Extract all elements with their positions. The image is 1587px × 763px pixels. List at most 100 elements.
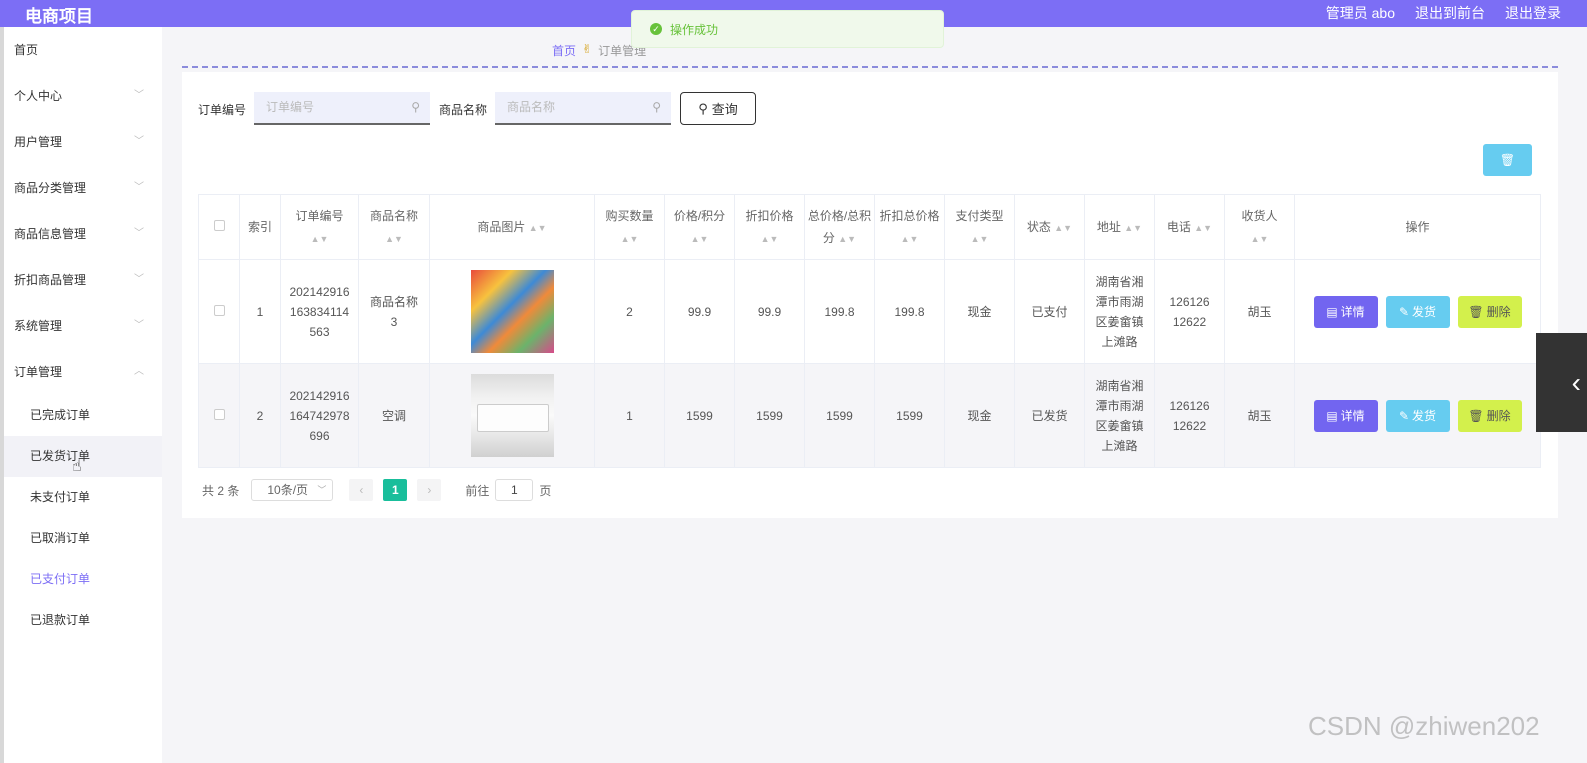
sort-icon[interactable]: ▲▼ — [621, 234, 639, 244]
sidebar-item-label: 订单管理 — [14, 365, 63, 379]
col-price[interactable]: 价格/积分 ▲▼ — [664, 194, 735, 260]
sidebar-subitem-shipped-orders[interactable]: 已发货订单 — [4, 436, 162, 477]
col-total[interactable]: 总价格/总积分 ▲▼ — [804, 194, 875, 260]
cell-pay-type: 现金 — [944, 259, 1015, 364]
col-address[interactable]: 地址 ▲▼ — [1084, 194, 1155, 260]
col-receiver[interactable]: 收货人 ▲▼ — [1224, 194, 1295, 260]
detail-button[interactable]: ▤ 详情 — [1313, 295, 1378, 328]
col-phone[interactable]: 电话 ▲▼ — [1154, 194, 1225, 260]
sort-icon[interactable]: ▲▼ — [1194, 223, 1212, 233]
delete-button[interactable]: 🗑 删除 — [1457, 399, 1522, 432]
sidebar-subitem-unpaid-orders[interactable]: 未支付订单 — [4, 477, 162, 518]
sidebar-item-order-management[interactable]: 订单管理 ︿ — [4, 349, 162, 395]
cell-discount-price: 99.9 — [734, 259, 805, 364]
sidebar-item-user-management[interactable]: 用户管理 ﹀ — [4, 119, 162, 165]
cell-quantity: 1 — [594, 363, 665, 468]
sidebar-item-label: 商品分类管理 — [14, 181, 87, 195]
chevron-up-icon: ︿ — [134, 366, 144, 377]
col-actions: 操作 — [1294, 194, 1541, 260]
col-discount-price[interactable]: 折扣价格 ▲▼ — [734, 194, 805, 260]
sort-icon[interactable]: ▲▼ — [385, 234, 403, 244]
product-name-input[interactable]: 商品名称 ⚲ — [495, 92, 671, 125]
sidebar-item-category-management[interactable]: 商品分类管理 ﹀ — [4, 165, 162, 211]
sidebar-subitem-cancelled-orders[interactable]: 已取消订单 — [4, 518, 162, 559]
cell-product-image — [429, 363, 595, 468]
cell-receiver: 胡玉 — [1224, 363, 1295, 468]
sidebar-item-personal-center[interactable]: 个人中心 ﹀ — [4, 73, 162, 119]
ship-button-label: 发货 — [1412, 304, 1437, 319]
sort-icon[interactable]: ▲▼ — [761, 234, 779, 244]
goto-page-input[interactable]: 1 — [495, 479, 534, 501]
sort-icon[interactable]: ▲▼ — [529, 223, 547, 233]
goto-prefix: 前往 — [465, 483, 490, 498]
select-all-checkbox[interactable] — [213, 220, 225, 231]
sidebar-item-label: 首页 — [14, 43, 39, 57]
sort-icon[interactable]: ▲▼ — [691, 234, 709, 244]
cell-total: 199.8 — [804, 259, 875, 364]
cell-actions: ▤ 详情 ✎ 发货 🗑 删除 — [1294, 363, 1541, 468]
detail-button[interactable]: ▤ 详情 — [1313, 399, 1378, 432]
col-product-image[interactable]: 商品图片 ▲▼ — [429, 194, 595, 260]
sidebar-subitem-completed-orders[interactable]: 已完成订单 — [4, 395, 162, 436]
query-button[interactable]: ⚲ 查询 — [680, 92, 756, 125]
sort-icon[interactable]: ▲▼ — [311, 234, 329, 244]
table-row: 2 202142916164742978696 空调 1 1599 1599 1… — [198, 363, 1541, 468]
cell-product-name: 商品名称3 — [358, 259, 430, 364]
table-header-row: 索引 订单编号 ▲▼ 商品名称 ▲▼ 商品图片 ▲▼ 购买数量 ▲▼ 价格/积分 ▲▼ … — [198, 194, 1541, 260]
breadcrumb-home[interactable]: 首页 — [552, 42, 576, 59]
side-panel-toggle[interactable]: ‹ — [1536, 333, 1587, 432]
ship-button[interactable]: ✎ 发货 — [1385, 399, 1450, 432]
sidebar-item-system-management[interactable]: 系统管理 ﹀ — [4, 303, 162, 349]
sidebar-item-label: 折扣商品管理 — [14, 273, 87, 287]
row-checkbox[interactable] — [213, 304, 225, 316]
col-address-label: 地址 — [1096, 219, 1121, 234]
sidebar-item-discount-management[interactable]: 折扣商品管理 ﹀ — [4, 257, 162, 303]
col-quantity-label: 购买数量 — [605, 208, 654, 223]
sort-icon[interactable]: ▲▼ — [1054, 223, 1072, 233]
col-index: 索引 — [239, 194, 281, 260]
sidebar-item-home[interactable]: 首页 — [4, 27, 162, 73]
exit-to-front-link[interactable]: 退出到前台 — [1415, 3, 1485, 23]
col-product-name[interactable]: 商品名称 ▲▼ — [358, 194, 430, 260]
cell-phone: 12612612622 — [1154, 259, 1225, 364]
hand-cursor-icon: ☝ — [72, 458, 82, 475]
sidebar-item-product-management[interactable]: 商品信息管理 ﹀ — [4, 211, 162, 257]
col-status[interactable]: 状态 ▲▼ — [1014, 194, 1085, 260]
ship-button-label: 发货 — [1412, 408, 1437, 423]
sidebar-item-label: 系统管理 — [14, 319, 63, 333]
search-icon: ⚲ — [698, 100, 708, 116]
next-page-button[interactable]: › — [417, 479, 442, 501]
ship-button[interactable]: ✎ 发货 — [1385, 295, 1450, 328]
sort-icon[interactable]: ▲▼ — [1124, 223, 1142, 233]
sidebar-subitem-refunded-orders[interactable]: 已退款订单 — [4, 600, 162, 641]
select-all-cell[interactable] — [198, 194, 240, 260]
col-order-no[interactable]: 订单编号 ▲▼ — [280, 194, 359, 260]
cell-index: 2 — [239, 363, 281, 468]
row-checkbox[interactable] — [213, 408, 225, 420]
chevron-down-icon: ﹀ — [134, 228, 144, 239]
batch-delete-button[interactable]: 🗑 — [1483, 144, 1532, 176]
order-no-input[interactable]: 订单编号 ⚲ — [254, 92, 430, 125]
sort-icon[interactable]: ▲▼ — [1251, 234, 1269, 244]
row-select-cell[interactable] — [198, 259, 240, 364]
row-select-cell[interactable] — [198, 363, 240, 468]
sort-icon[interactable]: ▲▼ — [901, 234, 919, 244]
delete-button[interactable]: 🗑 删除 — [1457, 295, 1522, 328]
col-discount-total[interactable]: 折扣总价格 ▲▼ — [874, 194, 945, 260]
col-product-name-label: 商品名称 — [369, 208, 418, 223]
sidebar-subitem-paid-orders[interactable]: 已支付订单 — [4, 559, 162, 600]
col-order-no-label: 订单编号 — [295, 208, 344, 223]
page-number-current[interactable]: 1 — [383, 479, 408, 501]
sidebar-item-label: 个人中心 — [14, 89, 63, 103]
page-size-select[interactable]: 10条/页 ﹀ — [251, 479, 334, 501]
col-quantity[interactable]: 购买数量 ▲▼ — [594, 194, 665, 260]
logout-link[interactable]: 退出登录 — [1505, 3, 1561, 23]
col-pay-type[interactable]: 支付类型 ▲▼ — [944, 194, 1015, 260]
prev-page-button[interactable]: ‹ — [349, 479, 374, 501]
sort-icon[interactable]: ▲▼ — [838, 234, 856, 244]
cell-price: 99.9 — [664, 259, 735, 364]
sort-icon[interactable]: ▲▼ — [971, 234, 989, 244]
admin-user-link[interactable]: 管理员 abo — [1326, 3, 1395, 23]
col-discount-total-label: 折扣总价格 — [879, 208, 940, 223]
cell-status: 已发货 — [1014, 363, 1085, 468]
